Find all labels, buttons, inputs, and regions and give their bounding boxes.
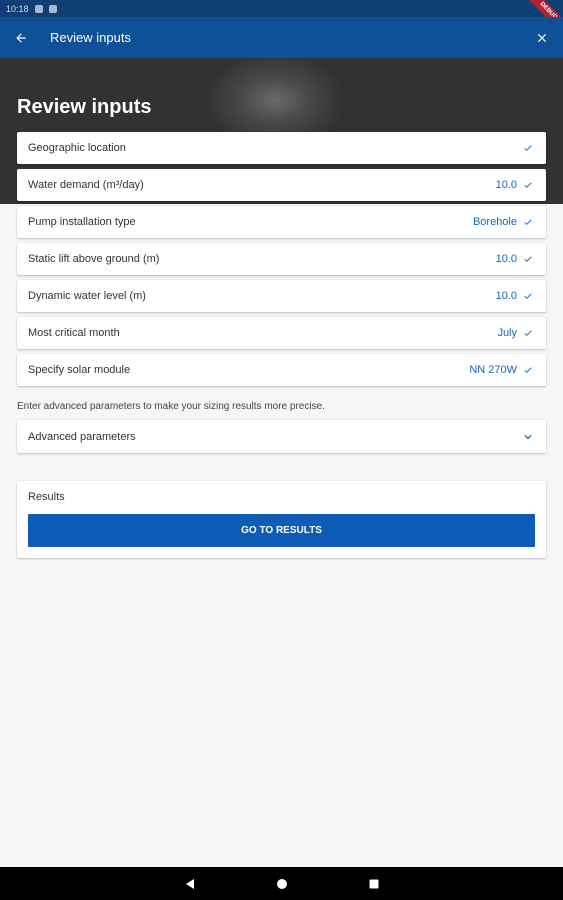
page-title: Review inputs xyxy=(17,96,152,118)
advanced-parameters-expander[interactable]: Advanced parameters xyxy=(17,420,546,453)
app-bar: Review inputs xyxy=(0,17,563,58)
advanced-parameters-label: Advanced parameters xyxy=(28,430,136,443)
nav-back-button[interactable] xyxy=(183,877,197,891)
input-label: Most critical month xyxy=(28,327,120,339)
system-nav-bar xyxy=(0,867,563,900)
back-button[interactable] xyxy=(0,17,42,58)
input-label: Pump installation type xyxy=(28,216,136,228)
sd-card-icon xyxy=(48,4,57,13)
input-row-most-critical-month[interactable]: Most critical month July xyxy=(17,317,546,349)
screen: 10:18 DEBUG Review inputs Review inputs … xyxy=(0,0,563,900)
check-icon xyxy=(524,182,532,188)
check-icon xyxy=(524,367,532,373)
input-row-pump-installation-type[interactable]: Pump installation type Borehole xyxy=(17,206,546,238)
close-button[interactable] xyxy=(527,17,557,58)
triangle-back-icon xyxy=(185,878,194,889)
advanced-hint-text: Enter advanced parameters to make your s… xyxy=(17,401,325,412)
nav-recents-button[interactable] xyxy=(367,877,381,891)
results-card: Results GO TO RESULTS xyxy=(17,481,546,558)
status-bar: 10:18 xyxy=(0,0,563,17)
input-value: 10.0 xyxy=(495,253,517,265)
input-value: July xyxy=(497,327,517,339)
input-value: NN 270W xyxy=(469,364,517,376)
close-icon xyxy=(537,33,547,42)
input-row-geographic-location[interactable]: Geographic location xyxy=(17,132,546,164)
check-icon xyxy=(524,293,532,299)
input-label: Static lift above ground (m) xyxy=(28,253,160,265)
input-label: Water demand (m³/day) xyxy=(28,179,144,191)
input-row-static-lift[interactable]: Static lift above ground (m) 10.0 xyxy=(17,243,546,275)
status-time: 10:18 xyxy=(6,3,29,14)
go-to-results-button[interactable]: GO TO RESULTS xyxy=(28,514,535,547)
input-value: 10.0 xyxy=(495,179,517,191)
arrow-back-icon xyxy=(16,32,26,43)
input-value: 10.0 xyxy=(495,290,517,302)
input-row-solar-module[interactable]: Specify solar module NN 270W xyxy=(17,354,546,386)
square-recents-icon xyxy=(369,879,378,888)
check-icon xyxy=(524,145,532,151)
inputs-list: Geographic location Water demand (m³/day… xyxy=(17,132,546,391)
chevron-down-icon xyxy=(524,434,532,439)
input-row-dynamic-water-level[interactable]: Dynamic water level (m) 10.0 xyxy=(17,280,546,312)
notification-icon xyxy=(34,4,43,13)
input-label: Specify solar module xyxy=(28,364,131,376)
check-icon xyxy=(524,256,532,262)
input-row-water-demand[interactable]: Water demand (m³/day) 10.0 xyxy=(17,169,546,201)
check-icon xyxy=(524,330,532,336)
results-label: Results xyxy=(28,491,65,503)
input-label: Geographic location xyxy=(28,142,126,154)
input-label: Dynamic water level (m) xyxy=(28,290,146,302)
circle-home-icon xyxy=(276,878,287,889)
check-icon xyxy=(524,219,532,225)
app-bar-title: Review inputs xyxy=(50,30,131,45)
nav-home-button[interactable] xyxy=(275,877,289,891)
input-value: Borehole xyxy=(472,216,517,228)
